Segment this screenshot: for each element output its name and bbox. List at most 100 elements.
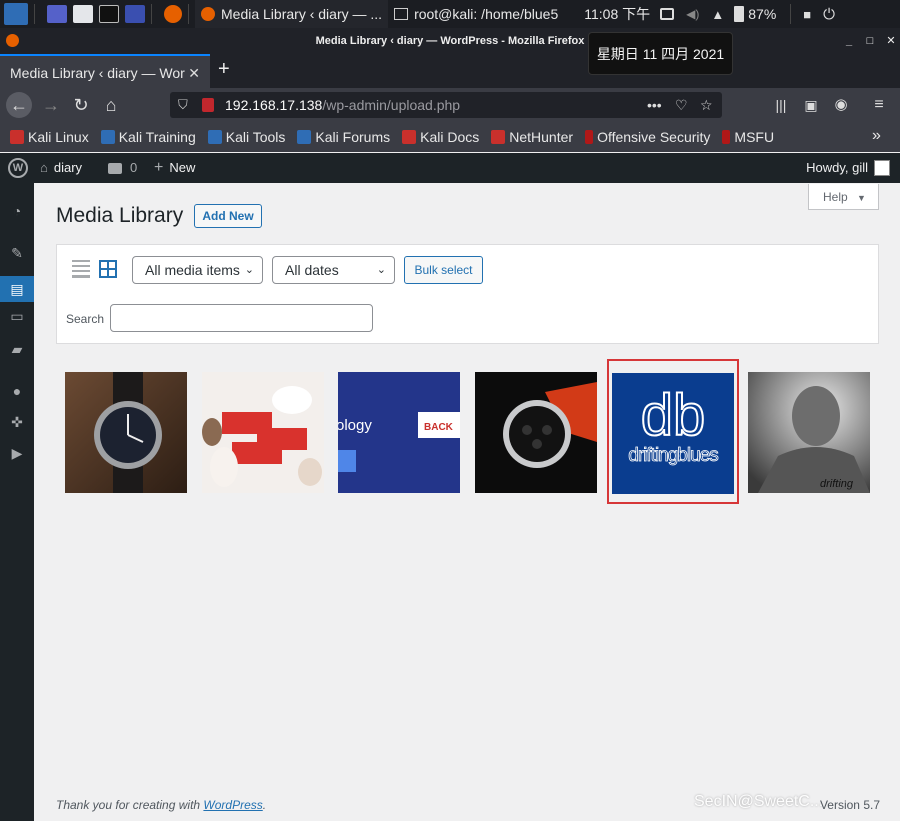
file-manager-icon[interactable] — [73, 5, 93, 23]
terminal-icon[interactable] — [99, 5, 119, 23]
power-icon[interactable]: ⏻ — [823, 6, 835, 23]
new-tab-button[interactable]: + — [218, 58, 230, 81]
collapse-menu-icon[interactable]: ▶ — [8, 444, 26, 462]
kali-menu-icon[interactable] — [4, 3, 28, 25]
account-icon[interactable]: ◉ — [828, 92, 854, 118]
clock-label: 11:08 下午 — [584, 6, 651, 22]
wp-admin-bar: W ⌂ diary 0 + New Howdy, gill — [0, 153, 900, 183]
taskbar-separator — [34, 4, 35, 24]
howdy-label: Howdy, gill — [806, 160, 868, 175]
date-filter-select[interactable]: All dates ⌄ — [272, 256, 395, 284]
media-item-gigachad-portrait[interactable]: drifting — [748, 372, 870, 493]
back-button[interactable]: ← — [6, 92, 32, 118]
users-icon[interactable]: ● — [8, 382, 26, 400]
screenshot-tool-icon[interactable] — [125, 5, 145, 23]
firefox-task-label: Media Library ‹ diary — ... — [221, 6, 383, 22]
lock-icon[interactable]: ■ — [803, 7, 811, 22]
help-tab-button[interactable]: Help ▼ — [808, 184, 879, 210]
window-titlebar: Media Library ‹ diary — WordPress - Mozi… — [0, 28, 900, 54]
admin-bar-new[interactable]: + New — [154, 153, 195, 183]
page-title: Media Library — [56, 204, 184, 227]
media-icon[interactable]: ▤ — [0, 276, 34, 302]
chevron-down-icon: ⌄ — [244, 264, 254, 276]
wp-version: Version 5.7 — [819, 798, 880, 812]
bookmark-star-icon[interactable]: ☆ — [700, 92, 713, 118]
bookmark-label: MSFU — [734, 129, 775, 145]
bookmark-offensive-security[interactable]: Offensive Security — [585, 129, 710, 145]
bookmarks-overflow-icon[interactable]: » — [872, 127, 881, 145]
hamburger-menu-icon[interactable]: ≡ — [866, 92, 892, 118]
media-type-select[interactable]: All media items ⌄ — [132, 256, 263, 284]
library-icon[interactable]: ||| — [768, 92, 794, 118]
admin-bar-comments[interactable]: 0 — [108, 153, 137, 183]
chevron-down-icon: ⌄ — [376, 264, 386, 276]
bookmark-kali-linux[interactable]: Kali Linux — [10, 129, 89, 145]
search-label: Search — [66, 312, 105, 326]
bookmark-msfu[interactable]: MSFU — [722, 129, 774, 145]
volume-icon[interactable]: ◀) — [686, 7, 699, 21]
admin-bar-site[interactable]: ⌂ diary — [40, 153, 82, 183]
new-label: New — [169, 160, 196, 175]
bookmarks-toolbar: Kali Linux Kali Training Kali Tools Kali… — [0, 122, 900, 152]
add-new-button[interactable]: Add New — [194, 204, 262, 228]
bookmark-kali-training[interactable]: Kali Training — [100, 129, 196, 145]
kali-tools-icon — [207, 130, 222, 144]
desktop-icon[interactable] — [47, 5, 67, 23]
reload-button[interactable]: ↻ — [68, 92, 94, 118]
wordpress-link[interactable]: WordPress — [203, 798, 262, 812]
sidebar-icon[interactable]: ▣ — [798, 92, 824, 118]
media-item-omega-speedmaster[interactable] — [475, 372, 597, 493]
comment-bubble-icon — [108, 163, 122, 174]
footer-thanks: Thank you for creating with WordPress. — [56, 798, 266, 812]
tools-wrench-icon[interactable]: ✜ — [8, 413, 26, 431]
display-icon[interactable] — [660, 8, 675, 20]
media-item-watch-black-leather[interactable] — [65, 372, 187, 493]
tab-close-icon[interactable]: ✕ — [188, 56, 200, 90]
minimize-button[interactable]: _ — [842, 28, 856, 54]
comments-icon[interactable]: ▰ — [8, 340, 26, 358]
insecure-lock-icon — [202, 98, 214, 112]
footer-period: . — [262, 798, 267, 812]
posts-pin-icon[interactable]: ✎ — [8, 244, 26, 262]
media-item-cats-red-blocks[interactable] — [202, 372, 324, 493]
tooltip-date: 星期日 11 四月 2021 — [596, 46, 725, 62]
bookmark-kali-tools[interactable]: Kali Tools — [207, 129, 286, 145]
task-firefox[interactable]: Media Library ‹ diary — ... — [195, 0, 389, 28]
page-actions-icon[interactable]: ••• — [647, 92, 662, 118]
firefox-launcher-icon[interactable] — [164, 5, 182, 23]
grid-view-icon[interactable] — [99, 260, 117, 278]
wordpress-logo-icon[interactable]: W — [8, 158, 28, 178]
url-host: 192.168.17.138 — [225, 97, 323, 113]
clock[interactable]: 11:08 下午 — [580, 0, 654, 28]
dashboard-icon[interactable]: ◔ — [8, 202, 26, 220]
maximize-button[interactable]: □ — [863, 28, 877, 54]
bookmark-label: Kali Tools — [225, 129, 286, 145]
bulk-select-button[interactable]: Bulk select — [404, 256, 483, 284]
tab-media-library[interactable]: Media Library ‹ diary — Wor ✕ — [0, 54, 210, 88]
svg-text:ology: ology — [338, 417, 372, 434]
home-button[interactable]: ⌂ — [98, 92, 124, 118]
notification-bell-icon[interactable]: ▲ — [711, 7, 724, 22]
task-terminal[interactable]: root@kali: /home/blue5 — [388, 0, 564, 28]
admin-bar-account[interactable]: Howdy, gill — [806, 153, 890, 183]
url-bar[interactable]: ⛉ 192.168.17.138/wp-admin/upload.php •••… — [170, 92, 722, 118]
pocket-icon[interactable]: ♡ — [675, 92, 688, 118]
caret-down-icon: ▼ — [857, 193, 866, 203]
comment-count: 0 — [130, 160, 138, 175]
bookmark-nethunter[interactable]: NetHunter — [491, 129, 573, 145]
media-item-technology-banner[interactable]: ology BACK — [338, 372, 460, 493]
help-label: Help — [823, 190, 848, 204]
db-logo-wordmark: driftingblues — [628, 445, 719, 467]
plus-icon: + — [154, 159, 164, 176]
close-window-button[interactable]: ✕ — [884, 28, 898, 54]
search-input[interactable] — [110, 304, 373, 332]
technology-banner-image: ology BACK — [338, 372, 460, 493]
list-view-icon[interactable] — [72, 260, 90, 278]
date-tooltip: 星期日 11 四月 2021 — [588, 32, 733, 75]
bookmark-kali-forums[interactable]: Kali Forums — [297, 129, 390, 145]
media-item-driftingblues-logo[interactable]: db driftingblues — [607, 359, 739, 504]
cats-blocks-image — [202, 372, 324, 493]
bookmark-kali-docs[interactable]: Kali Docs — [402, 129, 479, 145]
pages-icon[interactable]: ▭ — [8, 307, 26, 325]
forward-button[interactable]: → — [38, 92, 64, 118]
